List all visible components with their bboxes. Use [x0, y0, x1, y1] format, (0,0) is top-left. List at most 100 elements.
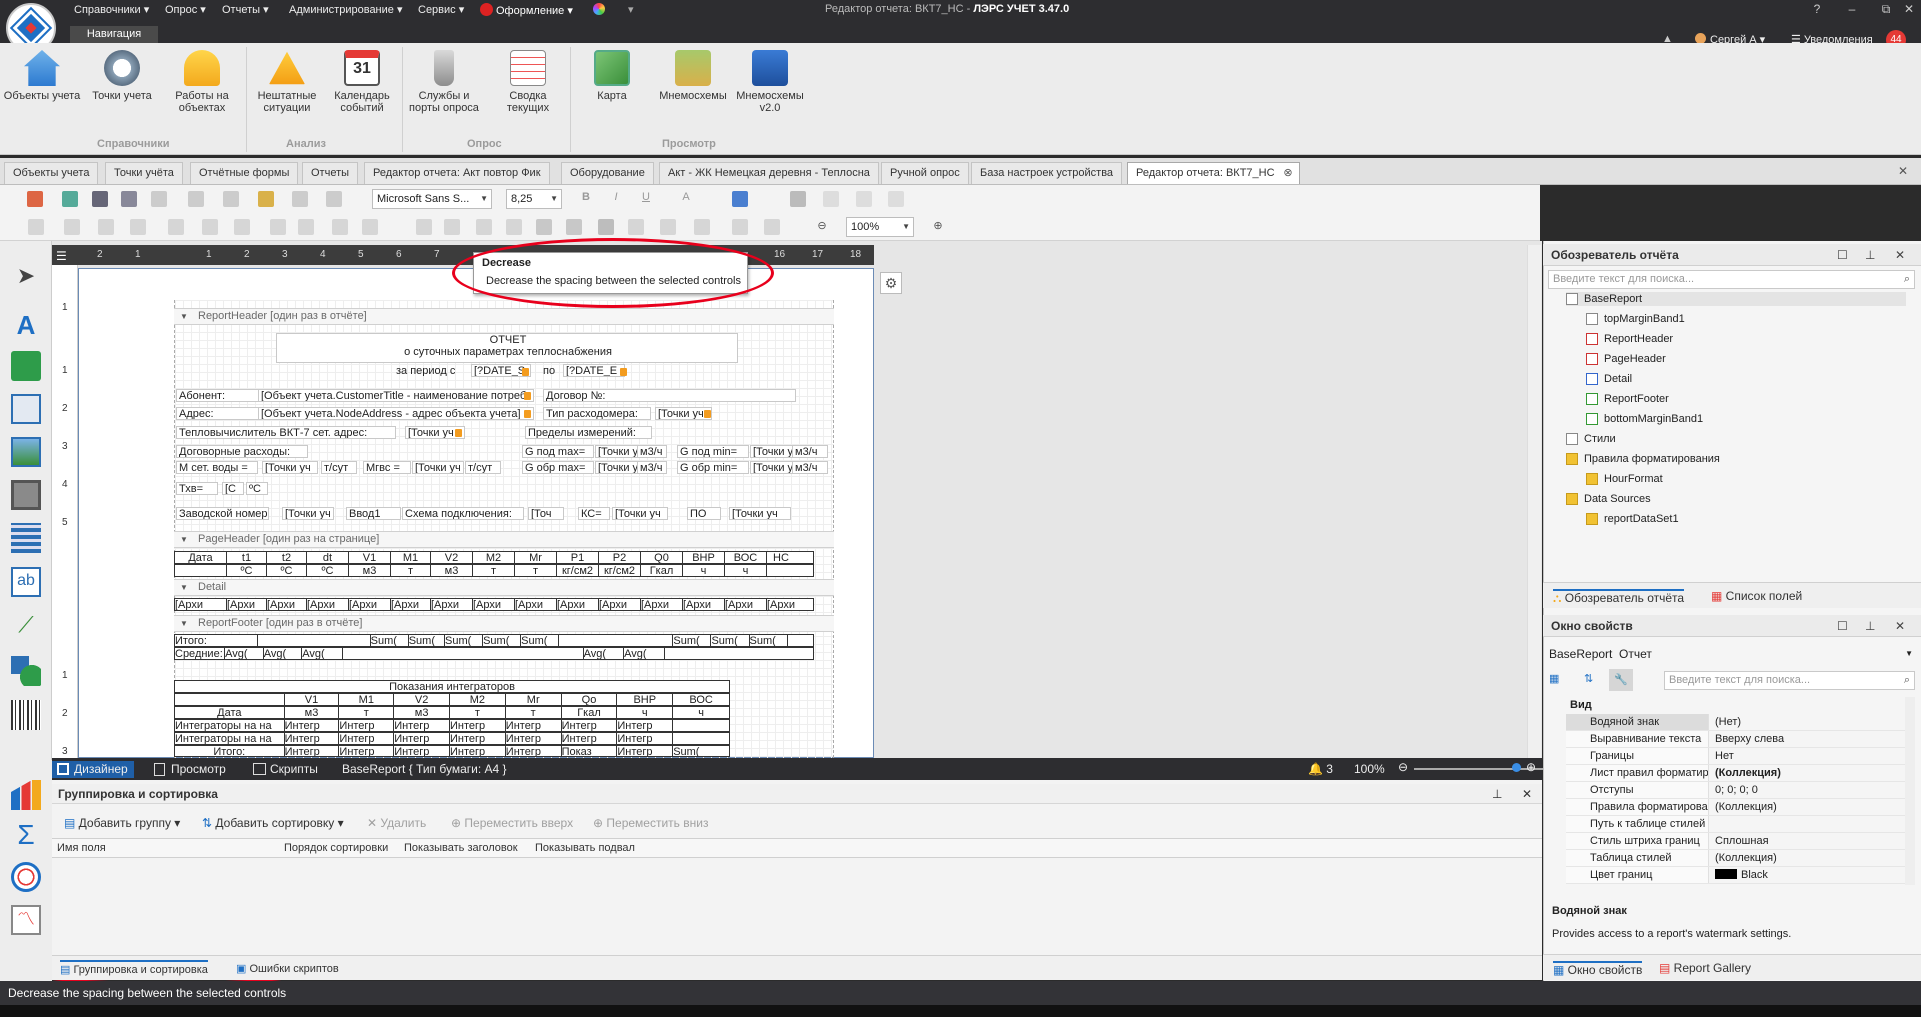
- abonent-label[interactable]: Абонент:: [176, 389, 260, 402]
- col-show-header[interactable]: Показывать заголовок: [404, 842, 518, 854]
- hspace-remove-icon[interactable]: [506, 219, 522, 235]
- sum-tool-icon[interactable]: Σ: [11, 820, 41, 850]
- theme-icon[interactable]: [593, 3, 605, 18]
- unit[interactable]: м3/ч: [792, 445, 828, 458]
- txv-value[interactable]: [С: [222, 482, 244, 495]
- wrench-icon[interactable]: 🔧: [1609, 669, 1633, 691]
- close-window-button[interactable]: ✕: [1900, 2, 1918, 16]
- undo-icon[interactable]: [292, 191, 308, 207]
- tree-node[interactable]: Правила форматирования: [1566, 452, 1720, 466]
- integr-row[interactable]: Интеграторы на на Интегр Интегр Интегр Интег…: [174, 719, 730, 732]
- calendar-button[interactable]: 31 Календарь событий: [322, 50, 402, 114]
- maximize-button[interactable]: ⧉: [1877, 2, 1895, 17]
- tab-preview[interactable]: Просмотр: [149, 761, 232, 778]
- picture-tool-icon[interactable]: [11, 437, 41, 467]
- menu-admin[interactable]: Администрирование ▾: [289, 3, 402, 16]
- zoom-out-icon[interactable]: ⊖: [814, 219, 830, 235]
- tab-script-errors[interactable]: ▣ Ошибки скриптов: [236, 962, 339, 975]
- pointer-icon[interactable]: ➤: [11, 263, 41, 293]
- gpod-max-value[interactable]: [Точки уч: [595, 445, 639, 458]
- same-size-icon[interactable]: [362, 219, 378, 235]
- integr-itogo-row[interactable]: Итого: Интегр Интегр Интегр Интегр Интегр Пока…: [174, 745, 730, 757]
- tab-report-gallery[interactable]: ▤ Report Gallery: [1659, 961, 1751, 975]
- forecolor-icon[interactable]: A: [678, 191, 694, 207]
- redo-icon[interactable]: [326, 191, 342, 207]
- open-icon[interactable]: [62, 191, 78, 207]
- tree-node[interactable]: ReportHeader: [1586, 332, 1673, 346]
- pin-icon[interactable]: ⊥: [1492, 784, 1502, 804]
- po-value-label[interactable]: ПО: [687, 507, 721, 520]
- align-bottoms-icon[interactable]: [234, 219, 250, 235]
- points-button[interactable]: Точки учета: [82, 50, 162, 102]
- doc-tab-active[interactable]: Редактор отчета: ВКТ7_НС ⊗: [1127, 162, 1300, 184]
- services-button[interactable]: Службы и порты опроса: [404, 50, 484, 114]
- tree-node[interactable]: Стили: [1566, 432, 1616, 446]
- col-show-footer[interactable]: Показывать подвал: [535, 842, 635, 854]
- map-button[interactable]: Карта: [572, 50, 652, 102]
- po-value[interactable]: [Точки уч: [729, 507, 791, 520]
- tab-scripts[interactable]: Скрипты: [248, 761, 324, 778]
- abonent-value[interactable]: [Объект учета.CustomerTitle - наименован…: [258, 389, 534, 402]
- menu-servis[interactable]: Сервис ▾: [418, 3, 464, 16]
- unit[interactable]: ºС: [246, 482, 268, 495]
- center-horizontally-icon[interactable]: [660, 219, 676, 235]
- minimize-button[interactable]: –: [1843, 2, 1861, 16]
- mnemo-button[interactable]: Мнемосхемы: [653, 50, 733, 102]
- dog-rash-label[interactable]: Договорные расходы:: [176, 445, 308, 458]
- save-icon[interactable]: [92, 191, 108, 207]
- maximize-panel-icon[interactable]: ☐: [1837, 615, 1848, 637]
- justify-icon[interactable]: [888, 191, 904, 207]
- vspace-decrease-icon[interactable]: [598, 219, 614, 235]
- gpod-max-label[interactable]: G под max=: [522, 445, 594, 458]
- zoom-in-icon[interactable]: ⊕: [930, 219, 946, 235]
- gobr-max-label[interactable]: G обр max=: [522, 461, 594, 474]
- ruler-menu-icon[interactable]: ☰: [56, 249, 67, 263]
- smart-tag-icon[interactable]: [522, 368, 529, 376]
- delete-button[interactable]: ✕ Удалить: [367, 816, 426, 830]
- doc-tab[interactable]: Отчеты: [302, 162, 359, 184]
- po-label[interactable]: по: [540, 364, 560, 377]
- notification-count[interactable]: 🔔 3: [1308, 762, 1333, 776]
- smart-tag-icon[interactable]: [704, 410, 711, 418]
- table-units-row[interactable]: ºС ºС ºС м3 т м3 т т кг/см2 кг/см2 Гкал ч ч: [174, 564, 814, 577]
- props-search-input[interactable]: Введите текст для поиска... ⌕: [1664, 671, 1915, 690]
- new-report-icon[interactable]: [27, 191, 43, 207]
- gpod-min-label[interactable]: G под min=: [677, 445, 749, 458]
- underline-icon[interactable]: U: [638, 191, 654, 207]
- gear-icon[interactable]: ⚙: [880, 272, 902, 294]
- copy-icon[interactable]: [188, 191, 204, 207]
- quick-access-dropdown[interactable]: ▾: [628, 3, 634, 16]
- schema-label[interactable]: Схема подключения:: [402, 507, 524, 520]
- unit[interactable]: м3/ч: [637, 461, 667, 474]
- prop-row[interactable]: Стиль штриха границ Сплошная: [1566, 833, 1906, 850]
- alphabetical-icon[interactable]: ⇅: [1584, 672, 1593, 685]
- adres-value[interactable]: [Объект учета.NodeAddress - адрес объект…: [258, 407, 534, 420]
- tab-designer[interactable]: Дизайнер: [52, 761, 134, 778]
- gauge-tool-icon[interactable]: [11, 862, 41, 892]
- checkbox-tool-icon[interactable]: [11, 351, 41, 381]
- panel-tool-icon[interactable]: [11, 480, 41, 510]
- hspace-decrease-icon[interactable]: [476, 219, 492, 235]
- tab-properties[interactable]: ▦ Окно свойств: [1553, 961, 1643, 977]
- zoom-slider-thumb[interactable]: [1512, 763, 1521, 772]
- save-all-icon[interactable]: [121, 191, 137, 207]
- schema-value[interactable]: [Точ: [528, 507, 564, 520]
- doc-tab[interactable]: Точки учёта: [105, 162, 183, 184]
- menu-otchety[interactable]: Отчеты ▾: [222, 3, 269, 16]
- close-panel-icon[interactable]: ✕: [1895, 244, 1905, 266]
- prop-row[interactable]: Водяной знак (Нет): [1566, 714, 1906, 731]
- integr-units-row[interactable]: Дата м3 т м3 т т Гкал ч ч: [174, 706, 730, 719]
- band-page-header[interactable]: PageHeader [один раз на странице]: [174, 531, 834, 548]
- prop-row[interactable]: Таблица стилей (Коллекция): [1566, 850, 1906, 867]
- design-vertical-scrollbar[interactable]: [1527, 245, 1541, 758]
- doc-tab[interactable]: Оборудование: [561, 162, 654, 184]
- gobr-min-label[interactable]: G обр min=: [677, 461, 749, 474]
- zoom-combo[interactable]: 100% ▼: [846, 217, 914, 237]
- footer-itogo-row[interactable]: Итого: Sum(Sum(Sum(Sum(Sum(Sum(Sum(Sum(: [174, 634, 814, 647]
- hspace-make-equal-icon[interactable]: [416, 219, 432, 235]
- add-sort-button[interactable]: ⇅ Добавить сортировку ▾: [202, 816, 344, 830]
- unit[interactable]: т/сут: [465, 461, 501, 474]
- unit[interactable]: м3/ч: [792, 461, 828, 474]
- mgvs-value[interactable]: [Точки уч: [412, 461, 464, 474]
- detail-row[interactable]: [Архи [Архи [Архи [Архи [Архи [Архи [Архи [Архи…: [174, 598, 814, 611]
